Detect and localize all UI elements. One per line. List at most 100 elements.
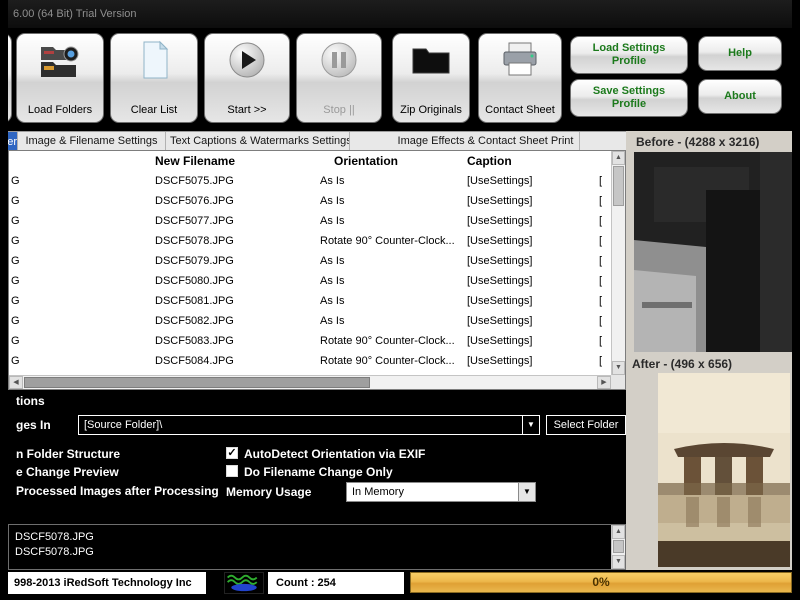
status-bar: 998-2013 iRedSoft Technology Inc Count :… [8, 570, 792, 600]
cell-clipped-column: [ [599, 195, 603, 207]
table-row[interactable]: G DSCF5084.JPG Rotate 90° Counter-Clock.… [9, 351, 611, 371]
contact-sheet-button[interactable]: Contact Sheet [478, 33, 562, 123]
scroll-left-icon[interactable] [9, 376, 23, 389]
log-scroll-up-icon[interactable] [612, 525, 625, 539]
count-text: Count : 254 [268, 572, 404, 594]
cell-new-filename: DSCF5078.JPG [155, 235, 234, 247]
log-scroll-thumb[interactable] [613, 540, 624, 553]
cell-caption: [UseSettings] [467, 255, 533, 267]
cell-orientation: As Is [320, 275, 345, 287]
tab-file-lister-clipped[interactable]: er [8, 132, 18, 151]
header-new-filename: New Filename [155, 154, 236, 168]
cell-new-filename: DSCF5080.JPG [155, 275, 234, 287]
save-folder-combobox[interactable]: [Source Folder]\ [78, 415, 540, 435]
retain-folder-structure-label[interactable]: n Folder Structure [16, 447, 120, 461]
load-folders-icon [38, 39, 82, 81]
table-row[interactable]: G DSCF5079.JPG As Is [UseSettings] [ [9, 251, 611, 271]
cell-new-filename: DSCF5079.JPG [155, 255, 234, 267]
clear-list-label: Clear List [130, 104, 178, 117]
table-row[interactable]: G DSCF5078.JPG Rotate 90° Counter-Clock.… [9, 231, 611, 251]
window-title: 6.00 (64 Bit) Trial Version [13, 8, 137, 20]
start-icon [225, 39, 269, 81]
cell-orientation: As Is [320, 315, 345, 327]
cell-clipped-column: [ [599, 215, 603, 227]
clear-list-icon [132, 39, 176, 81]
cell-new-filename: DSCF5077.JPG [155, 215, 234, 227]
memory-usage-label: Memory Usage [226, 485, 312, 499]
select-folder-button[interactable]: Select Folder [546, 415, 626, 435]
cell-caption: [UseSettings] [467, 335, 533, 347]
cell-clipped-column: [ [599, 355, 603, 367]
cell-caption: [UseSettings] [467, 235, 533, 247]
autodetect-exif-label[interactable]: AutoDetect Orientation via EXIF [244, 447, 425, 461]
table-row[interactable]: G DSCF5075.JPG As Is [UseSettings] [ [9, 171, 611, 191]
after-label: After - (496 x 656) [632, 357, 733, 371]
scroll-right-icon[interactable] [597, 376, 611, 389]
cell-orientation: As Is [320, 255, 345, 267]
after-preview-image [658, 373, 790, 567]
header-caption: Caption [467, 154, 512, 168]
tab-image-filename-settings[interactable]: Image & Filename Settings [18, 132, 166, 151]
start-button[interactable]: Start >> [204, 33, 290, 123]
table-horizontal-scrollbar[interactable] [9, 375, 611, 389]
table-row[interactable]: G DSCF5082.JPG As Is [UseSettings] [ [9, 311, 611, 331]
memory-usage-combobox[interactable]: In Memory [346, 482, 536, 502]
cell-new-filename: DSCF5082.JPG [155, 315, 234, 327]
cell-caption: [UseSettings] [467, 315, 533, 327]
table-body: G DSCF5075.JPG As Is [UseSettings] [ G D… [9, 171, 611, 371]
cell-original-filename: G [11, 235, 20, 247]
cell-orientation: As Is [320, 295, 345, 307]
cell-clipped-column: [ [599, 275, 603, 287]
vertical-scroll-thumb[interactable] [613, 166, 624, 206]
tab-text-captions-watermarks[interactable]: Text Captions & Watermarks Settings [170, 132, 350, 151]
horizontal-scroll-thumb[interactable] [24, 377, 370, 388]
stop-icon [317, 39, 361, 81]
processed-images-label[interactable]: Processed Images after Processing [16, 484, 219, 498]
cell-new-filename: DSCF5076.JPG [155, 195, 234, 207]
cell-original-filename: G [11, 355, 20, 367]
scroll-down-icon[interactable] [612, 361, 625, 375]
processing-log[interactable]: DSCF5078.JPG DSCF5078.JPG [8, 524, 626, 570]
load-folders-button[interactable]: Load Folders [16, 33, 104, 123]
table-row[interactable]: G DSCF5080.JPG As Is [UseSettings] [ [9, 271, 611, 291]
help-button[interactable]: Help [698, 36, 782, 71]
cell-orientation: As Is [320, 175, 345, 187]
autodetect-exif-checkbox[interactable] [226, 447, 238, 459]
table-row[interactable]: G DSCF5081.JPG As Is [UseSettings] [ [9, 291, 611, 311]
table-row[interactable]: G DSCF5076.JPG As Is [UseSettings] [ [9, 191, 611, 211]
do-filename-change-only-checkbox[interactable] [226, 465, 238, 477]
cell-caption: [UseSettings] [467, 275, 533, 287]
header-orientation: Orientation [334, 154, 399, 168]
iredsoft-logo-icon [224, 572, 264, 594]
contact-sheet-icon [498, 39, 542, 81]
about-button[interactable]: About [698, 79, 782, 114]
scroll-up-icon[interactable] [612, 151, 625, 165]
title-bar: 6.00 (64 Bit) Trial Version [8, 0, 792, 28]
clipped-toolbar-button[interactable] [8, 33, 12, 123]
tab-file-lister-label: er [8, 135, 17, 148]
tab-image-effects-contact-sheet[interactable]: Image Effects & Contact Sheet Print [392, 132, 580, 151]
cell-original-filename: G [11, 215, 20, 227]
filename-change-preview-label[interactable]: e Change Preview [16, 465, 119, 479]
table-row[interactable]: G DSCF5077.JPG As Is [UseSettings] [ [9, 211, 611, 231]
save-settings-profile-button[interactable]: Save Settings Profile [570, 79, 688, 117]
cell-orientation: As Is [320, 195, 345, 207]
load-settings-profile-button[interactable]: Load Settings Profile [570, 36, 688, 74]
load-settings-profile-label: Load Settings Profile [592, 41, 666, 67]
options-header: tions [16, 394, 45, 408]
cell-caption: [UseSettings] [467, 195, 533, 207]
save-folder-value: [Source Folder]\ [84, 419, 163, 431]
cell-orientation: Rotate 90° Counter-Clock... [320, 355, 455, 367]
zip-originals-icon [409, 39, 453, 81]
cell-new-filename: DSCF5084.JPG [155, 355, 234, 367]
log-scroll-down-icon[interactable] [612, 555, 625, 569]
zip-originals-button[interactable]: Zip Originals [392, 33, 470, 123]
stop-button[interactable]: Stop || [296, 33, 382, 123]
clear-list-button[interactable]: Clear List [110, 33, 198, 123]
log-scrollbar[interactable] [611, 525, 625, 569]
cell-original-filename: G [11, 175, 20, 187]
table-row[interactable]: G DSCF5083.JPG Rotate 90° Counter-Clock.… [9, 331, 611, 351]
cell-original-filename: G [11, 315, 20, 327]
do-filename-change-only-label[interactable]: Do Filename Change Only [244, 465, 393, 479]
table-vertical-scrollbar[interactable] [611, 151, 625, 375]
